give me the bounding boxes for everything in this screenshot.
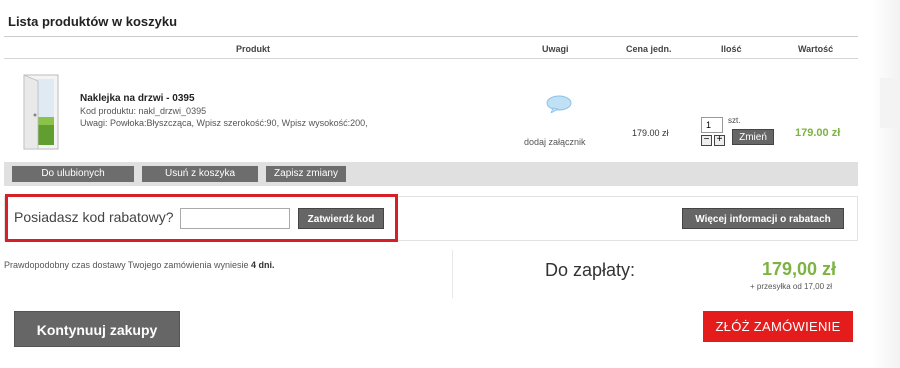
quantity-increase-button[interactable]: + (714, 135, 725, 146)
place-order-button[interactable]: ZŁÓŻ ZAMÓWIENIE (703, 311, 853, 342)
coupon-highlight-frame (5, 194, 398, 242)
total-label: Do zapłaty: (545, 260, 636, 280)
remove-from-cart-button[interactable]: Usuń z koszyka (142, 166, 258, 182)
discount-info-button[interactable]: Więcej informacji o rabatach (682, 208, 844, 229)
save-changes-button[interactable]: Zapisz zmiany (266, 166, 346, 182)
product-name[interactable]: Naklejka na drzwi - 0395 (80, 93, 195, 104)
delivery-estimate: Prawdopodobny czas dostawy Twojego zamów… (4, 260, 275, 270)
total-amount: 179,00 zł (762, 259, 837, 279)
table-header: Produkt Uwagi Cena jedn. Ilość Wartość (4, 37, 858, 59)
speech-bubble-icon[interactable] (545, 95, 573, 113)
cart-action-bar: Do ulubionych Usuń z koszyka Zapisz zmia… (4, 162, 858, 186)
page-title: Lista produktów w koszyku (8, 14, 178, 29)
summary-divider (452, 250, 453, 298)
unit-price: 179.00 zł (632, 128, 669, 138)
header-product: Produkt (236, 44, 271, 54)
header-notes: Uwagi (542, 44, 569, 54)
product-code: Kod produktu: nakl_drzwi_0395 (80, 106, 207, 116)
cart-table: Produkt Uwagi Cena jedn. Ilość Wartość N… (4, 37, 858, 159)
continue-shopping-button[interactable]: Kontynuuj zakupy (14, 311, 180, 347)
shipping-cost-note: + przesyłka od 17,00 zł (750, 282, 833, 291)
add-attachment-link[interactable]: dodaj załącznik (524, 137, 586, 147)
header-value: Wartość (798, 44, 834, 54)
page-edge-shadow (872, 0, 900, 368)
page-edge-panel (880, 78, 900, 128)
add-to-favorites-button[interactable]: Do ulubionych (12, 166, 134, 182)
header-unit-price: Cena jedn. (626, 44, 672, 54)
quantity-input[interactable] (701, 117, 723, 133)
quantity-unit: szt. (728, 116, 741, 125)
table-row: Naklejka na drzwi - 0395 Kod produktu: n… (4, 59, 858, 159)
quantity-decrease-button[interactable]: − (701, 135, 712, 146)
product-notes: Uwagi: Powłoka:Błyszcząca, Wpisz szeroko… (80, 118, 368, 128)
line-total: 179.00 zł (795, 127, 841, 139)
change-quantity-button[interactable]: Zmień (732, 129, 774, 145)
delivery-estimate-text: Prawdopodobny czas dostawy Twojego zamów… (4, 260, 249, 270)
product-thumbnail-door-icon[interactable] (22, 73, 62, 151)
delivery-days: 4 dni. (250, 260, 275, 270)
header-quantity: Ilość (721, 44, 742, 54)
